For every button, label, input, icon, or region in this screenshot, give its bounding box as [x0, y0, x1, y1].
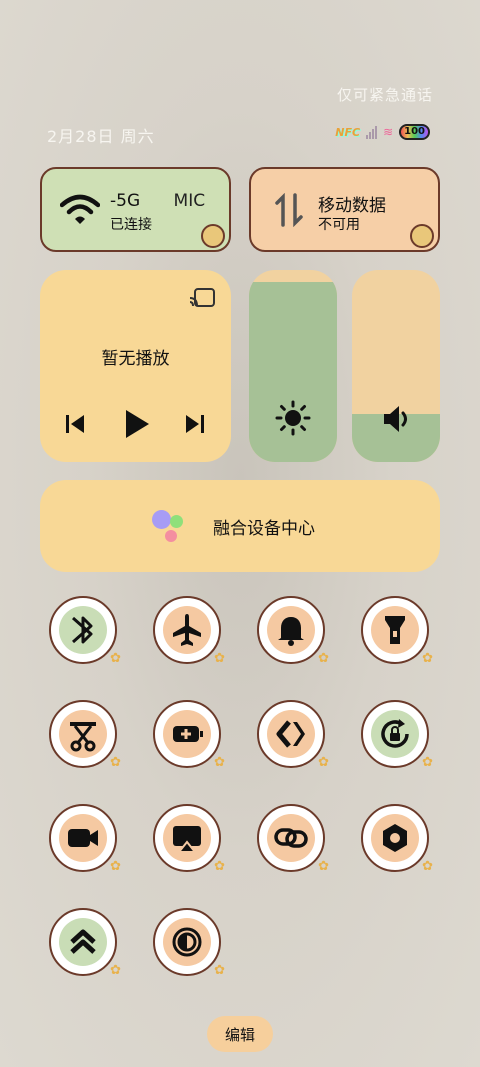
toggle-link[interactable]: ✿	[257, 804, 329, 874]
flower-decoration-icon: ✿	[214, 755, 225, 770]
flower-decoration-icon: ✿	[318, 859, 329, 874]
cast-icon[interactable]	[189, 288, 215, 308]
character-sticker-icon	[410, 224, 434, 248]
toggle-airplane[interactable]: ✿	[153, 596, 225, 666]
flower-decoration-icon: ✿	[214, 859, 225, 874]
skip-next-icon[interactable]	[185, 415, 205, 433]
battery-badge: 100	[399, 124, 430, 140]
wifi-tile[interactable]: -5G MIC 已连接	[40, 167, 231, 252]
mobile-data-icon	[275, 193, 303, 227]
scissors-icon	[70, 722, 96, 752]
link-icon	[274, 828, 308, 848]
flower-decoration-icon: ✿	[110, 755, 121, 770]
airplane-icon	[173, 614, 201, 646]
emergency-call-only-text: 仅可紧急通话	[336, 86, 433, 104]
nfc-status-icon: NFC	[335, 125, 361, 139]
toggle-battery-saver[interactable]: ✿	[153, 700, 225, 770]
mobile-data-tile[interactable]: 移动数据 不可用	[249, 167, 440, 252]
fusion-device-center-label: 融合设备中心	[213, 519, 315, 539]
flower-decoration-icon: ✿	[214, 651, 225, 666]
toggle-flashlight[interactable]: ✿	[361, 596, 433, 666]
play-icon[interactable]	[124, 410, 150, 438]
toggle-ring[interactable]: ✿	[257, 596, 329, 666]
toggle-nfc[interactable]: ✿	[361, 804, 433, 874]
wifi-status-icon: ≋	[383, 125, 394, 139]
flashlight-icon	[385, 616, 405, 644]
bell-icon	[278, 617, 304, 646]
airplay-icon	[173, 826, 201, 853]
sun-icon	[275, 400, 311, 436]
signal-bars-icon	[366, 125, 378, 139]
flower-decoration-icon: ✿	[422, 755, 433, 770]
media-title: 暂无播放	[101, 349, 170, 369]
contrast-icon	[172, 927, 202, 957]
wifi-ssid-extra: MIC	[173, 191, 206, 211]
flower-decoration-icon: ✿	[110, 963, 121, 978]
flower-decoration-icon: ✿	[214, 963, 225, 978]
status-icons: NFC ≋ 100	[335, 124, 430, 140]
battery-plus-icon	[173, 726, 203, 742]
flower-decoration-icon: ✿	[422, 651, 433, 666]
toggle-screen-record[interactable]: ✿	[49, 804, 121, 874]
media-player-card[interactable]: 暂无播放	[40, 270, 231, 462]
toggle-screencast[interactable]: ✿	[153, 804, 225, 874]
toggle-performance[interactable]: ✿	[49, 908, 121, 978]
flower-decoration-icon: ✿	[422, 859, 433, 874]
wifi-ssid: -5G	[110, 191, 141, 211]
video-camera-icon	[68, 829, 98, 847]
mobile-data-title: 移动数据	[318, 196, 386, 216]
wifi-status: 已连接	[110, 217, 152, 233]
toggle-nearby-share[interactable]: ✿	[257, 700, 329, 770]
flower-decoration-icon: ✿	[110, 651, 121, 666]
chevrons-up-icon	[70, 929, 96, 954]
share-arrows-icon	[276, 720, 305, 748]
flower-decoration-icon: ✿	[318, 651, 329, 666]
toggle-screenshot[interactable]: ✿	[49, 700, 121, 770]
mobile-data-status: 不可用	[318, 217, 360, 233]
toggle-bluetooth[interactable]: ✿	[49, 596, 121, 666]
rotate-lock-icon	[381, 719, 409, 748]
speaker-icon	[384, 406, 407, 432]
flower-decoration-icon: ✿	[110, 859, 121, 874]
hexagon-nut-icon	[383, 824, 407, 852]
date-text: 2月28日 周六	[47, 127, 155, 146]
wifi-icon	[60, 194, 100, 224]
fusion-device-center-card[interactable]: 融合设备中心	[40, 480, 440, 572]
skip-previous-icon[interactable]	[65, 415, 85, 433]
brightness-slider[interactable]	[249, 270, 337, 462]
toggle-dark-mode[interactable]: ✿	[153, 908, 225, 978]
character-sticker-icon	[201, 224, 225, 248]
volume-slider[interactable]	[352, 270, 440, 462]
flower-decoration-icon: ✿	[318, 755, 329, 770]
edit-button[interactable]: 编辑	[207, 1016, 273, 1052]
fusion-logo-icon	[152, 508, 192, 544]
bluetooth-icon	[72, 616, 93, 644]
toggle-auto-rotate[interactable]: ✿	[361, 700, 433, 770]
